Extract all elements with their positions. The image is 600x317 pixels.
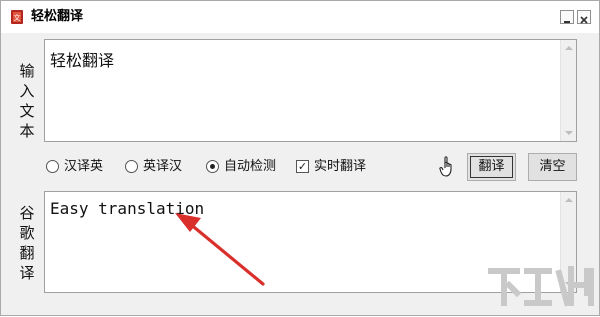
scroll-down-icon[interactable] bbox=[565, 131, 573, 135]
app-window: 文 轻松翻译 输 入 文 本 轻松翻译 汉译英 英译汉 自动检测 ✓ 实时翻译 … bbox=[0, 0, 600, 316]
output-side-label: 谷 歌 翻 译 bbox=[19, 204, 35, 282]
window-title: 轻松翻译 bbox=[31, 9, 84, 24]
radio-selected-dot bbox=[210, 164, 215, 169]
radio-circle[interactable] bbox=[206, 160, 219, 173]
close-icon bbox=[580, 16, 588, 24]
scroll-up-icon[interactable] bbox=[565, 198, 573, 202]
translate-button[interactable]: 翻译 bbox=[467, 153, 516, 181]
scroll-up-icon[interactable] bbox=[565, 46, 573, 50]
hand-cursor-icon bbox=[439, 156, 452, 177]
minimize-button[interactable] bbox=[560, 10, 574, 24]
svg-text:文: 文 bbox=[14, 13, 21, 22]
output-text: Easy translation bbox=[50, 199, 205, 218]
radio-circle[interactable] bbox=[125, 160, 138, 173]
radio-circle[interactable] bbox=[46, 160, 59, 173]
close-button[interactable] bbox=[577, 10, 591, 24]
input-text: 轻松翻译 bbox=[50, 51, 115, 70]
title-bar: 文 轻松翻译 bbox=[1, 1, 599, 33]
input-side-label: 输 入 文 本 bbox=[19, 62, 35, 140]
input-scrollbar[interactable] bbox=[560, 40, 576, 141]
app-icon: 文 bbox=[11, 10, 23, 24]
input-textarea[interactable]: 轻松翻译 bbox=[44, 39, 577, 142]
minimize-icon bbox=[564, 21, 570, 23]
watermark-logo bbox=[488, 266, 594, 307]
checkmark-icon[interactable]: ✓ bbox=[296, 160, 309, 173]
clear-button[interactable]: 清空 bbox=[528, 153, 577, 181]
